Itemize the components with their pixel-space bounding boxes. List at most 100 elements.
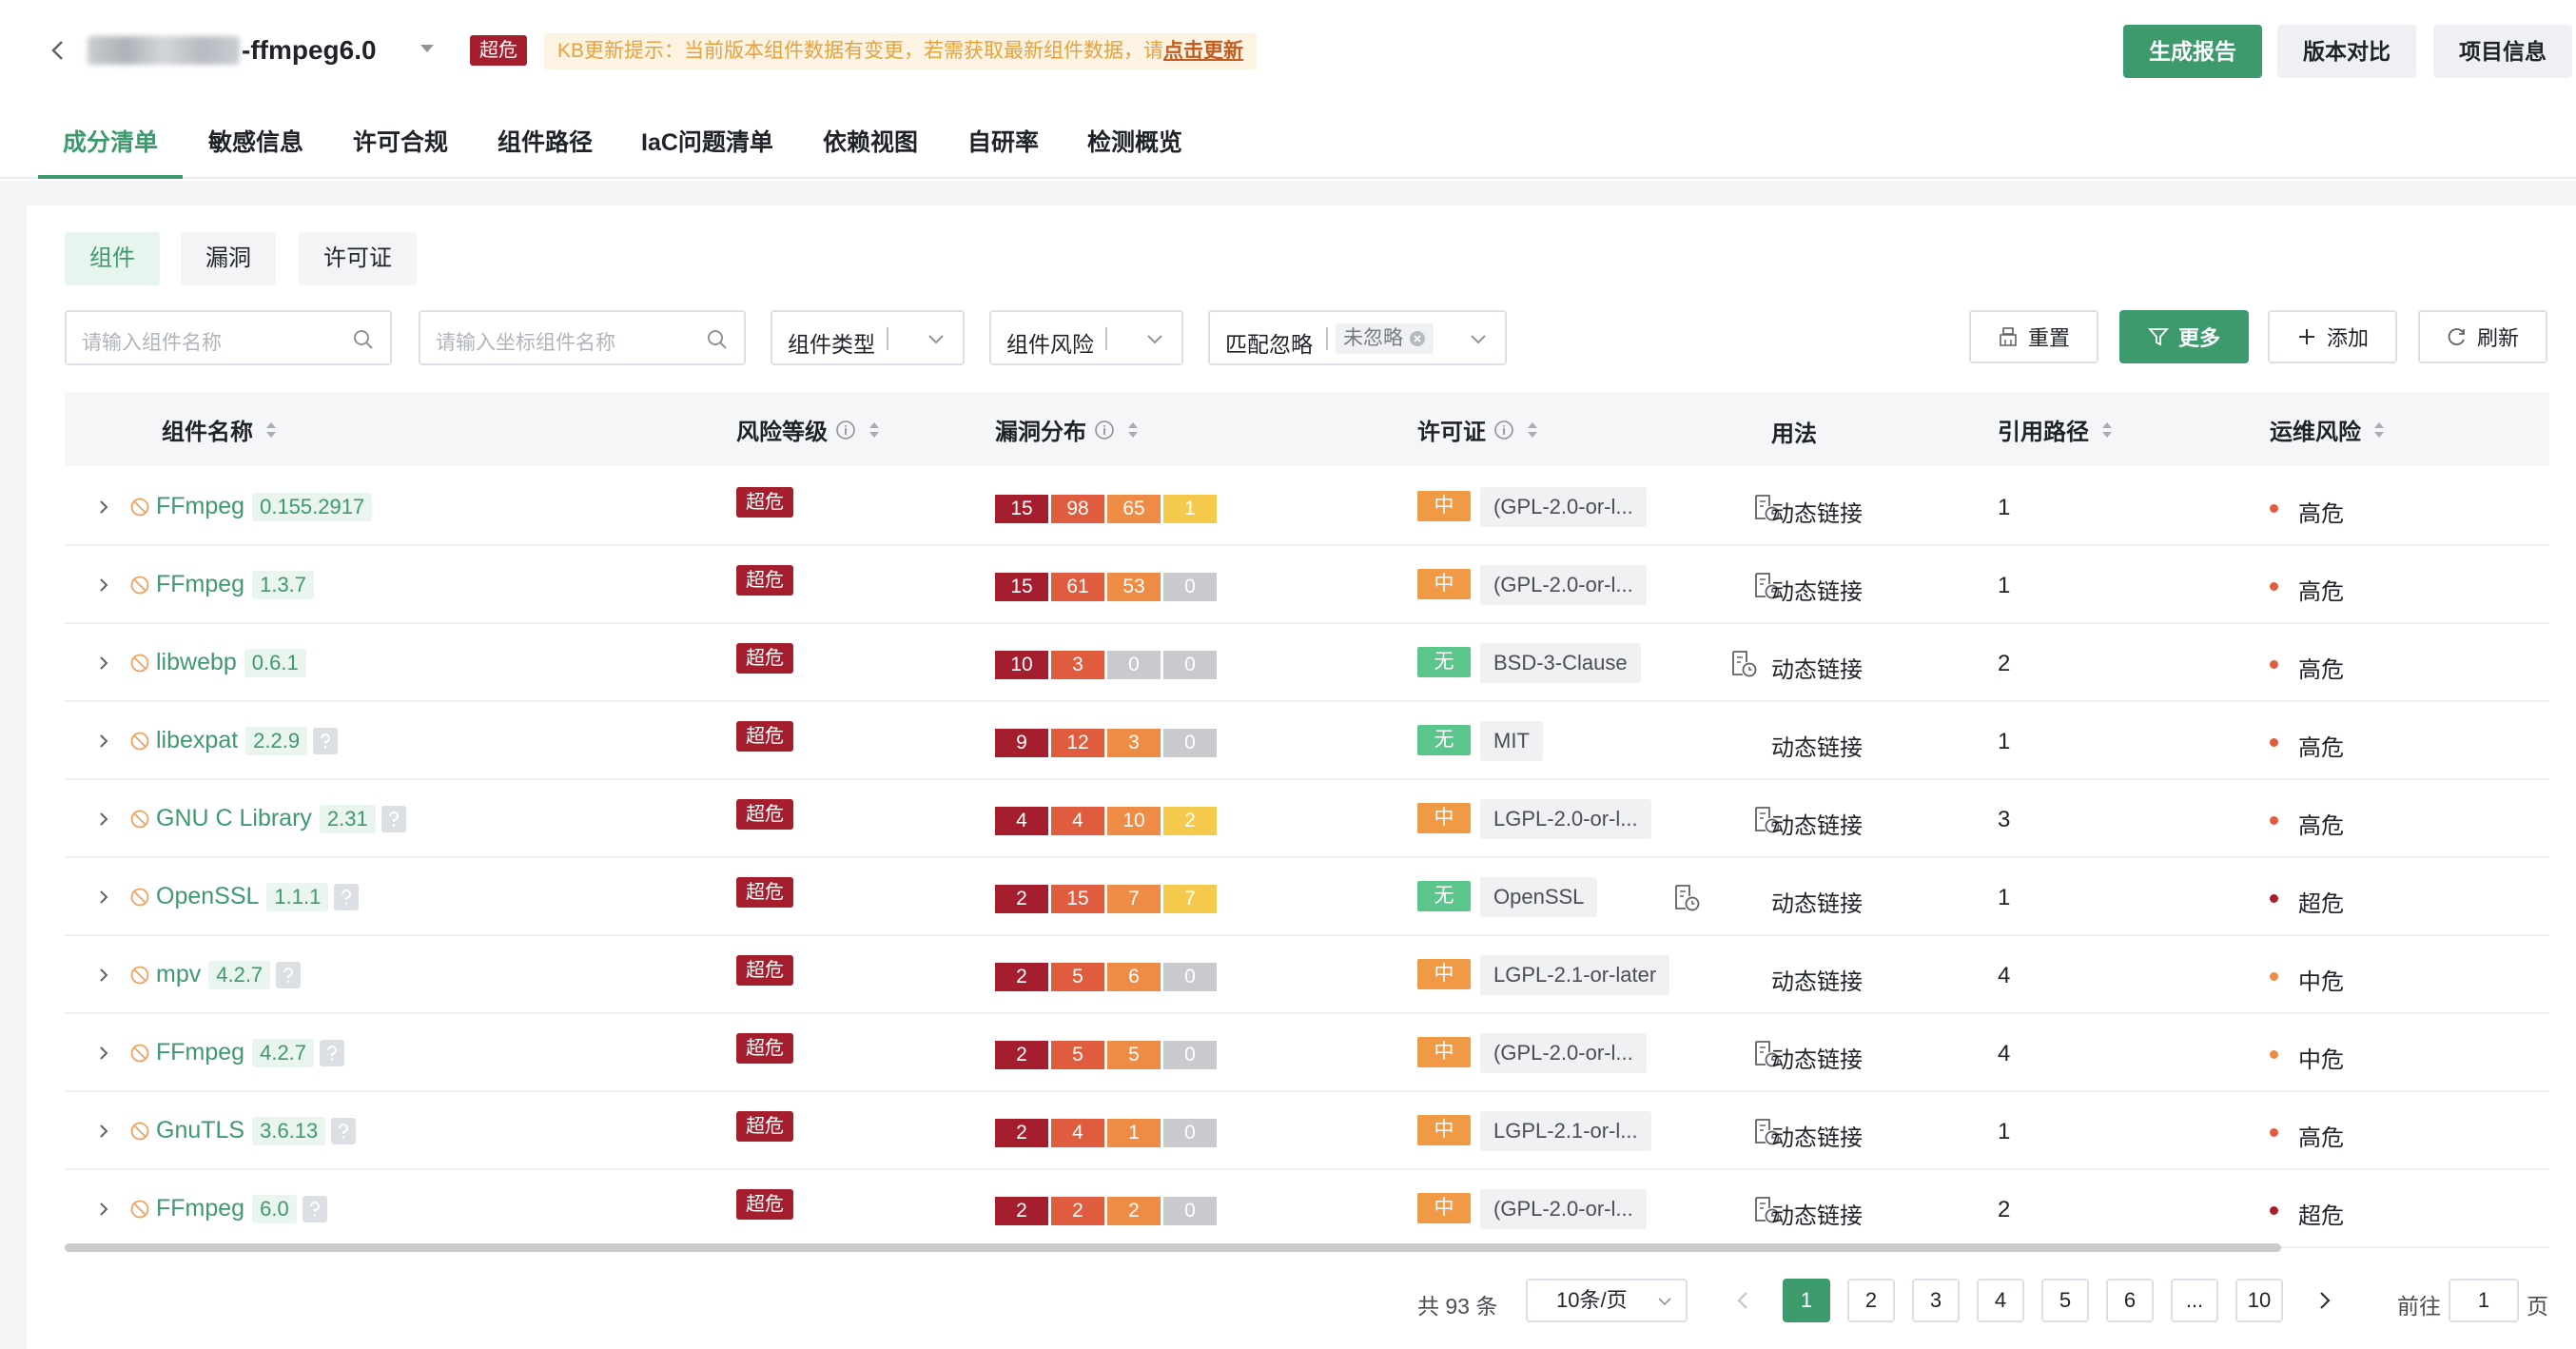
component-name-link[interactable]: GNU C Library 2.31 (156, 805, 406, 834)
info-circle-icon[interactable] (1094, 420, 1115, 440)
vuln-count-cell[interactable]: 0 (1163, 963, 1217, 991)
table-row[interactable]: FFmpeg 0.155.2917 超危 15 98 65 1 中 (GPL-2.0-or-l.… (65, 468, 2549, 546)
license-name[interactable]: (GPL-2.0-or-l... (1480, 1033, 1647, 1073)
sort-icon[interactable] (264, 419, 278, 441)
vuln-count-cell[interactable]: 0 (1163, 729, 1217, 757)
vuln-count-cell[interactable]: 0 (1163, 1197, 1217, 1225)
vuln-count-cell[interactable]: 9 (995, 729, 1048, 757)
table-row[interactable]: libwebp 0.6.1 超危 10 3 0 0 无 BSD-3-Clause 动态链接 2 高危 (65, 624, 2549, 702)
license-name[interactable]: MIT (1480, 721, 1543, 761)
reference-path-count[interactable]: 3 (1998, 807, 2010, 833)
tab-dependency-view[interactable]: 依赖视图 (823, 124, 918, 158)
match-ignore-select[interactable]: 匹配忽略 未忽略 (1208, 310, 1507, 365)
help-icon[interactable] (313, 728, 339, 755)
component-name-link[interactable]: mpv 4.2.7 (156, 961, 302, 990)
vuln-count-cell[interactable]: 2 (1107, 1197, 1161, 1225)
license-name[interactable]: BSD-3-Clause (1480, 643, 1641, 683)
ban-icon[interactable] (129, 1043, 150, 1064)
col-risk-level[interactable]: 风险等级 (736, 413, 881, 446)
component-name-link[interactable]: FFmpeg 1.3.7 (156, 571, 315, 600)
tab-scan-overview[interactable]: 检测概览 (1087, 124, 1182, 158)
expand-chevron-icon[interactable] (97, 655, 110, 672)
more-filter-button[interactable]: 更多 (2119, 310, 2249, 363)
table-row[interactable]: FFmpeg 6.0 超危 2 2 2 0 中 (GPL-2.0-or-l... 动态链接 2 超危 (65, 1170, 2549, 1248)
license-detail-icon[interactable] (1672, 883, 1701, 913)
reference-path-count[interactable]: 4 (1998, 963, 2010, 989)
license-name[interactable]: LGPL-2.1-or-later (1480, 955, 1670, 995)
component-type-select[interactable]: 组件类型 (771, 310, 965, 365)
sort-icon[interactable] (2372, 419, 2386, 441)
tab-sensitive-info[interactable]: 敏感信息 (208, 124, 303, 158)
next-page-icon[interactable] (2317, 1290, 2332, 1311)
vuln-count-cell[interactable]: 5 (1051, 963, 1104, 991)
sort-icon[interactable] (1126, 419, 1140, 441)
expand-chevron-icon[interactable] (97, 577, 110, 594)
horizontal-scrollbar[interactable] (65, 1243, 2281, 1252)
coordinate-name-input[interactable]: 请输入坐标组件名称 (419, 310, 746, 365)
license-name[interactable]: LGPL-2.1-or-l... (1480, 1111, 1651, 1151)
page-number[interactable]: 6 (2106, 1279, 2154, 1322)
vuln-count-cell[interactable]: 15 (995, 573, 1048, 601)
page-size-select[interactable]: 10条/页 (1526, 1279, 1688, 1322)
col-component-name[interactable]: 组件名称 (162, 413, 278, 446)
tab-self-dev-rate[interactable]: 自研率 (967, 124, 1039, 158)
generate-report-button[interactable]: 生成报告 (2123, 25, 2262, 78)
vuln-count-cell[interactable]: 2 (995, 1197, 1048, 1225)
table-row[interactable]: mpv 4.2.7 超危 2 5 6 0 中 LGPL-2.1-or-later 动态链接 4 中危 (65, 936, 2549, 1014)
vuln-count-cell[interactable]: 2 (995, 1119, 1048, 1147)
goto-page-input[interactable]: 1 (2449, 1279, 2519, 1322)
vuln-count-cell[interactable]: 5 (1051, 1041, 1104, 1069)
license-name[interactable]: (GPL-2.0-or-l... (1480, 565, 1647, 605)
table-row[interactable]: GNU C Library 2.31 超危 4 4 10 2 中 LGPL-2.0-or-l..… (65, 780, 2549, 858)
table-row[interactable]: GnuTLS 3.6.13 超危 2 4 1 0 中 LGPL-2.1-or-l... 动态链接 1… (65, 1092, 2549, 1170)
close-circle-icon[interactable] (1409, 330, 1426, 347)
expand-chevron-icon[interactable] (97, 499, 110, 516)
vuln-count-cell[interactable]: 0 (1163, 573, 1217, 601)
expand-chevron-icon[interactable] (97, 811, 110, 828)
expand-chevron-icon[interactable] (97, 889, 110, 906)
tab-component-path[interactable]: 组件路径 (498, 124, 593, 158)
sort-icon[interactable] (1526, 419, 1539, 441)
license-name[interactable]: (GPL-2.0-or-l... (1480, 1189, 1647, 1229)
component-risk-select[interactable]: 组件风险 (989, 310, 1183, 365)
help-icon[interactable] (276, 962, 302, 989)
page-number[interactable]: 1 (1783, 1279, 1830, 1322)
table-row[interactable]: FFmpeg 1.3.7 超危 15 61 53 0 中 (GPL-2.0-or-l... 动态链… (65, 546, 2549, 624)
reference-path-count[interactable]: 1 (1998, 1119, 2010, 1145)
vuln-count-cell[interactable]: 4 (995, 807, 1048, 835)
col-vuln-distribution[interactable]: 漏洞分布 (995, 413, 1140, 446)
reference-path-count[interactable]: 2 (1998, 1197, 2010, 1223)
vuln-count-cell[interactable]: 7 (1163, 885, 1217, 913)
vuln-count-cell[interactable]: 0 (1163, 1041, 1217, 1069)
kb-update-link[interactable]: 点击更新 (1163, 40, 1243, 62)
help-icon[interactable] (334, 884, 360, 911)
tab-license-compliance[interactable]: 许可合规 (353, 124, 448, 158)
page-number[interactable]: 4 (1977, 1279, 2024, 1322)
reference-path-count[interactable]: 1 (1998, 729, 2010, 755)
tab-iac-issues[interactable]: IaC问题清单 (641, 124, 773, 158)
vuln-count-cell[interactable]: 0 (1107, 651, 1161, 679)
vuln-count-cell[interactable]: 15 (995, 495, 1048, 523)
reference-path-count[interactable]: 4 (1998, 1041, 2010, 1067)
vuln-count-cell[interactable]: 12 (1051, 729, 1104, 757)
vuln-count-cell[interactable]: 10 (995, 651, 1048, 679)
col-license[interactable]: 许可证 (1417, 413, 1539, 446)
license-name[interactable]: (GPL-2.0-or-l... (1480, 487, 1647, 527)
vuln-count-cell[interactable]: 15 (1051, 885, 1104, 913)
license-name[interactable]: OpenSSL (1480, 877, 1598, 917)
project-info-button[interactable]: 项目信息 (2433, 25, 2572, 78)
col-ops-risk[interactable]: 运维风险 (2270, 413, 2386, 446)
vuln-count-cell[interactable]: 5 (1107, 1041, 1161, 1069)
ban-icon[interactable] (129, 809, 150, 830)
license-name[interactable]: LGPL-2.0-or-l... (1480, 799, 1651, 839)
vuln-count-cell[interactable]: 2 (995, 885, 1048, 913)
vuln-count-cell[interactable]: 2 (995, 963, 1048, 991)
expand-chevron-icon[interactable] (97, 967, 110, 984)
reference-path-count[interactable]: 2 (1998, 651, 2010, 677)
vuln-count-cell[interactable]: 4 (1051, 1119, 1104, 1147)
vuln-count-cell[interactable]: 1 (1107, 1119, 1161, 1147)
vuln-count-cell[interactable]: 0 (1163, 1119, 1217, 1147)
vuln-count-cell[interactable]: 2 (1163, 807, 1217, 835)
col-reference-path[interactable]: 引用路径 (1998, 413, 2114, 446)
refresh-button[interactable]: 刷新 (2418, 310, 2547, 363)
